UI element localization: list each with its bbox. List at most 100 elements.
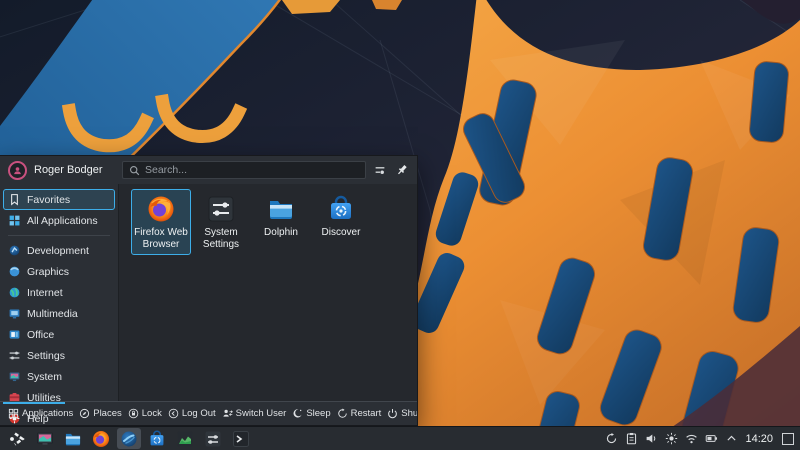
category-sidebar: Favorites All Applications Development — [0, 184, 118, 401]
shutdown-button[interactable]: Shut Down — [384, 408, 417, 419]
sidebar-item-label: Internet — [27, 287, 63, 299]
menu-footer-bar: Applications Places Lock — [0, 401, 417, 425]
action-label: Restart — [351, 408, 382, 419]
task-konsole[interactable] — [229, 428, 253, 449]
task-browser-active[interactable] — [117, 428, 141, 449]
firefox-icon — [92, 430, 110, 448]
keep-open-pin-icon[interactable] — [393, 162, 410, 179]
brightness-icon[interactable] — [665, 432, 678, 445]
menu-header: Roger Bodger Search... — [0, 156, 417, 184]
volume-icon[interactable] — [645, 432, 658, 445]
dolphin-folder-icon — [64, 430, 82, 448]
sidebar-item-label: Development — [27, 245, 89, 257]
favorite-system-settings[interactable]: System Settings — [191, 189, 251, 255]
settings-sliders-icon — [8, 349, 21, 362]
plasma-launcher-icon — [8, 430, 26, 448]
graphics-icon — [8, 265, 21, 278]
favorite-label: Firefox Web Browser — [133, 227, 189, 250]
tab-label: Places — [93, 408, 122, 419]
menu-body: Favorites All Applications Development — [0, 184, 417, 401]
lock-button[interactable]: Lock — [125, 408, 165, 419]
task-system-monitor[interactable] — [173, 428, 197, 449]
shutdown-power-icon — [387, 408, 398, 419]
sidebar-item-office[interactable]: Office — [3, 324, 115, 345]
application-grid-icon — [8, 214, 21, 227]
switch-user-button[interactable]: Switch User — [219, 408, 290, 419]
favorite-label: System Settings — [193, 227, 249, 250]
taskbar-panel: 14:20 — [0, 426, 800, 450]
leave-actions-group: Lock Log Out Switch User — [125, 408, 290, 419]
firefox-icon — [147, 195, 175, 223]
sidebar-item-label: Office — [27, 329, 54, 341]
sidebar-item-multimedia[interactable]: Multimedia — [3, 303, 115, 324]
sidebar-item-internet[interactable]: Internet — [3, 282, 115, 303]
sidebar-item-development[interactable]: Development — [3, 240, 115, 261]
clock[interactable]: 14:20 — [745, 433, 773, 445]
sidebar-item-label: Multimedia — [27, 308, 78, 320]
avatar[interactable] — [8, 161, 27, 180]
show-desktop-button[interactable] — [782, 433, 794, 445]
globe-browser-icon — [120, 430, 138, 448]
favorite-label: Dolphin — [264, 227, 298, 239]
action-label: Log Out — [182, 408, 216, 419]
logout-icon — [168, 408, 179, 419]
sidebar-item-label: All Applications — [27, 215, 98, 227]
favorite-label: Discover — [322, 227, 361, 239]
multimedia-icon — [8, 307, 21, 320]
restart-button[interactable]: Restart — [334, 408, 385, 419]
sidebar-item-favorites[interactable]: Favorites — [3, 189, 115, 210]
tab-label: Applications — [22, 408, 73, 419]
system-settings-icon — [204, 430, 222, 448]
sidebar-item-settings[interactable]: Settings — [3, 345, 115, 366]
favorite-firefox[interactable]: Firefox Web Browser — [131, 189, 191, 255]
compass-icon — [79, 408, 90, 419]
task-firefox[interactable] — [89, 428, 113, 449]
logout-button[interactable]: Log Out — [165, 408, 219, 419]
sidebar-item-all-applications[interactable]: All Applications — [3, 210, 115, 231]
favorites-grid: Firefox Web Browser System Settings Dolp… — [118, 184, 417, 401]
search-input[interactable]: Search... — [122, 161, 366, 179]
tab-places[interactable]: Places — [76, 408, 125, 419]
sleep-button[interactable]: Sleep — [289, 408, 333, 419]
konsole-terminal-icon — [232, 430, 250, 448]
updates-icon[interactable] — [605, 432, 618, 445]
search-placeholder: Search... — [145, 164, 187, 176]
favorite-discover[interactable]: Discover — [311, 189, 371, 244]
system-monitor-icon — [8, 370, 21, 383]
task-dolphin[interactable] — [61, 428, 85, 449]
sidebar-item-graphics[interactable]: Graphics — [3, 261, 115, 282]
switch-user-icon — [222, 408, 233, 419]
tab-applications[interactable]: Applications — [5, 408, 76, 419]
active-tab-indicator — [3, 402, 65, 404]
sidebar-separator — [8, 235, 110, 236]
sidebar-item-label: Graphics — [27, 266, 69, 278]
application-launcher-menu: Roger Bodger Search... — [0, 155, 418, 426]
system-monitor-chart-icon — [176, 430, 194, 448]
action-label: Sleep — [306, 408, 330, 419]
task-system-settings[interactable] — [201, 428, 225, 449]
lock-icon — [128, 408, 139, 419]
clipboard-icon[interactable] — [625, 432, 638, 445]
action-label: Shut Down — [401, 408, 417, 419]
action-label: Switch User — [236, 408, 287, 419]
user-name: Roger Bodger — [34, 164, 122, 176]
sidebar-item-label: Favorites — [27, 194, 70, 206]
restart-icon — [337, 408, 348, 419]
chevron-up-icon[interactable] — [725, 432, 738, 445]
action-label: Lock — [142, 408, 162, 419]
favorite-dolphin[interactable]: Dolphin — [251, 189, 311, 244]
configure-icon[interactable] — [371, 162, 388, 179]
dolphin-folder-icon — [267, 195, 295, 223]
battery-icon[interactable] — [705, 432, 718, 445]
system-settings-icon — [207, 195, 235, 223]
task-display-app[interactable] — [33, 428, 57, 449]
sidebar-item-label: Settings — [27, 350, 65, 362]
wifi-icon[interactable] — [685, 432, 698, 445]
sidebar-item-system[interactable]: System — [3, 366, 115, 387]
tab-group: Applications Places — [5, 408, 125, 419]
power-actions-group: Sleep Restart Shut Down — [289, 408, 417, 419]
task-discover[interactable] — [145, 428, 169, 449]
application-launcher-button[interactable] — [5, 428, 29, 449]
development-icon — [8, 244, 21, 257]
office-icon — [8, 328, 21, 341]
